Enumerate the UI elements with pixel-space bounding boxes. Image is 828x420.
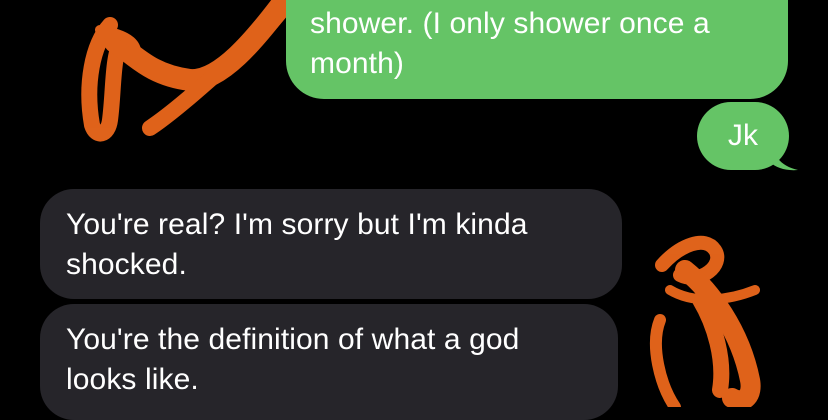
received-message-bubble[interactable]: You're real? I'm sorry but I'm kinda sho…: [40, 189, 622, 299]
sent-message-bubble[interactable]: shower. (I only shower once a month): [286, 0, 788, 99]
sent-bubble-tail: [770, 140, 798, 171]
message-text: shower. (I only shower once a month): [310, 7, 710, 80]
orange-scribble-redaction: [81, 0, 298, 142]
message-thread: shower. (I only shower once a month) Jk …: [0, 0, 828, 420]
message-text: You're the definition of what a god look…: [66, 323, 520, 396]
orange-scribble-redaction: [649, 235, 761, 407]
received-message-bubble[interactable]: You're the definition of what a god look…: [40, 304, 618, 420]
message-text: You're real? I'm sorry but I'm kinda sho…: [66, 208, 528, 281]
